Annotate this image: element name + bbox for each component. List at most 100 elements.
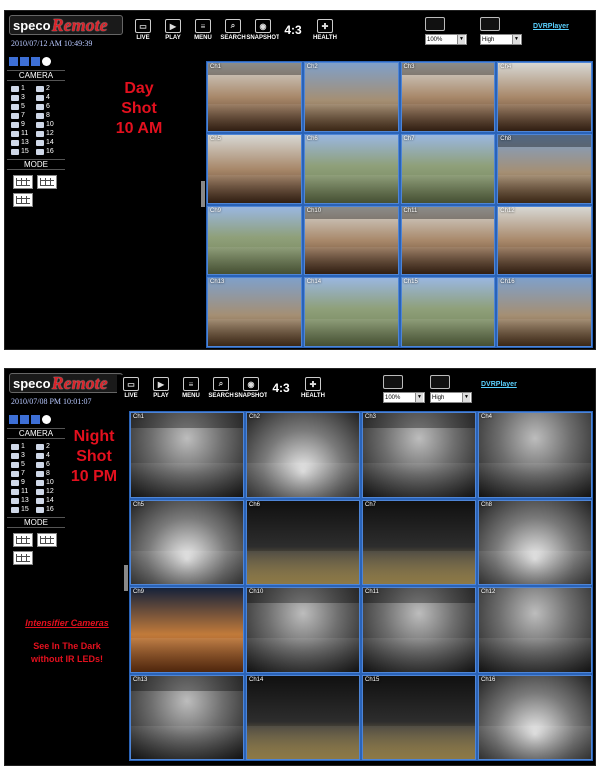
camera-item[interactable]: 16 xyxy=(36,506,61,513)
camera-item[interactable]: 8 xyxy=(36,470,61,477)
zoom-select[interactable]: 100% ▼ xyxy=(425,34,467,45)
quality-select[interactable]: High ▼ xyxy=(430,392,472,403)
health-button[interactable]: ✚ HEALTH xyxy=(297,375,329,405)
camera-item[interactable]: 5 xyxy=(11,461,36,468)
camera-tile[interactable]: Ch3 xyxy=(362,412,476,498)
view-icon[interactable] xyxy=(31,57,40,66)
camera-item[interactable]: 11 xyxy=(11,488,36,495)
camera-tile[interactable]: Ch5 xyxy=(130,499,244,585)
live-button[interactable]: ▭ LIVE xyxy=(129,17,157,47)
camera-item[interactable]: 6 xyxy=(36,103,61,110)
mode-3x3-button[interactable] xyxy=(37,533,57,547)
mode-4x4-button[interactable] xyxy=(13,551,33,565)
mode-4x4-button[interactable] xyxy=(13,193,33,207)
panel-collapse-handle[interactable] xyxy=(124,565,128,591)
camera-tile[interactable]: Ch1 xyxy=(207,62,302,132)
snapshot-button[interactable]: ◉ SNAPSHOT xyxy=(234,375,268,405)
camera-item[interactable]: 16 xyxy=(36,148,61,155)
camera-item[interactable]: 15 xyxy=(11,148,36,155)
camera-tile[interactable]: Ch16 xyxy=(497,277,592,347)
view-icon[interactable] xyxy=(20,415,29,424)
camera-tile[interactable]: Ch6 xyxy=(246,499,360,585)
camera-item[interactable]: 11 xyxy=(11,130,36,137)
panel-collapse-handle[interactable] xyxy=(201,181,205,207)
camera-item[interactable]: 13 xyxy=(11,139,36,146)
camera-tile[interactable]: Ch7 xyxy=(362,499,476,585)
camera-item[interactable]: 1 xyxy=(11,443,36,450)
camera-item[interactable]: 6 xyxy=(36,461,61,468)
camera-item[interactable]: 2 xyxy=(36,443,61,450)
camera-tile[interactable]: Ch9 xyxy=(207,205,302,276)
camera-item[interactable]: 5 xyxy=(11,103,36,110)
camera-tile[interactable]: Ch3 xyxy=(400,62,496,132)
camera-tile[interactable]: Ch4 xyxy=(478,412,592,498)
camera-item[interactable]: 7 xyxy=(11,470,36,477)
dvrplayer-link[interactable]: DVRPlayer xyxy=(481,381,517,388)
camera-tile[interactable]: Ch9 xyxy=(130,587,244,673)
dvrplayer-link[interactable]: DVRPlayer xyxy=(533,23,569,30)
camera-tile[interactable]: Ch15 xyxy=(362,674,476,760)
health-button[interactable]: ✚ HEALTH xyxy=(309,17,341,47)
view-icon[interactable] xyxy=(31,415,40,424)
live-button[interactable]: ▭ LIVE xyxy=(117,375,145,405)
play-button[interactable]: ▶ PLAY xyxy=(147,375,175,405)
camera-item[interactable]: 14 xyxy=(36,139,61,146)
camera-tile[interactable]: Ch11 xyxy=(400,205,496,276)
mode-3x3-button[interactable] xyxy=(37,175,57,189)
camera-tile[interactable]: Ch10 xyxy=(303,205,399,276)
mode-2x2-button[interactable] xyxy=(13,533,33,547)
camera-item[interactable]: 3 xyxy=(11,452,36,459)
camera-item[interactable]: 2 xyxy=(36,85,61,92)
camera-item[interactable]: 4 xyxy=(36,94,61,101)
camera-item[interactable]: 15 xyxy=(11,506,36,513)
view-icon[interactable] xyxy=(9,415,18,424)
search-button[interactable]: ⌕ SEARCH xyxy=(219,17,247,47)
camera-tile[interactable]: Ch11 xyxy=(362,587,476,673)
record-icon[interactable] xyxy=(42,57,51,66)
camera-item[interactable]: 9 xyxy=(11,121,36,128)
camera-tile[interactable]: Ch16 xyxy=(478,674,592,760)
view-icon[interactable] xyxy=(9,57,18,66)
camera-item[interactable]: 14 xyxy=(36,497,61,504)
camera-tile[interactable]: Ch14 xyxy=(303,277,399,347)
play-button[interactable]: ▶ PLAY xyxy=(159,17,187,47)
camera-item[interactable]: 12 xyxy=(36,130,61,137)
camera-tile[interactable]: Ch2 xyxy=(246,412,360,498)
aspect-ratio-button[interactable]: 4:3 xyxy=(279,17,307,47)
camera-tile[interactable]: Ch12 xyxy=(478,587,592,673)
quality-select[interactable]: High ▼ xyxy=(480,34,522,45)
camera-item[interactable]: 1 xyxy=(11,85,36,92)
snapshot-button[interactable]: ◉ SNAPSHOT xyxy=(246,17,280,47)
camera-item[interactable]: 12 xyxy=(36,488,61,495)
menu-button[interactable]: ≡ MENU xyxy=(189,17,217,47)
camera-tile[interactable]: Ch4 xyxy=(497,62,592,132)
mode-2x2-button[interactable] xyxy=(13,175,33,189)
camera-tile[interactable]: Ch8 xyxy=(497,133,592,204)
camera-item[interactable]: 7 xyxy=(11,112,36,119)
camera-tile[interactable]: Ch13 xyxy=(130,674,244,760)
zoom-select[interactable]: 100% ▼ xyxy=(383,392,425,403)
camera-tile[interactable]: Ch7 xyxy=(400,133,496,204)
camera-tile[interactable]: Ch6 xyxy=(303,133,399,204)
record-icon[interactable] xyxy=(42,415,51,424)
camera-item[interactable]: 13 xyxy=(11,497,36,504)
aspect-ratio-button[interactable]: 4:3 xyxy=(267,375,295,405)
camera-tile[interactable]: Ch1 xyxy=(130,412,244,498)
camera-tile[interactable]: Ch15 xyxy=(400,277,496,347)
camera-item[interactable]: 3 xyxy=(11,94,36,101)
camera-item[interactable]: 8 xyxy=(36,112,61,119)
camera-tile[interactable]: Ch12 xyxy=(497,205,592,276)
camera-tile[interactable]: Ch10 xyxy=(246,587,360,673)
search-button[interactable]: ⌕ SEARCH xyxy=(207,375,235,405)
camera-item[interactable]: 10 xyxy=(36,479,61,486)
camera-tile[interactable]: Ch8 xyxy=(478,499,592,585)
camera-tile[interactable]: Ch5 xyxy=(207,133,302,204)
camera-item[interactable]: 9 xyxy=(11,479,36,486)
camera-tile[interactable]: Ch13 xyxy=(207,277,302,347)
camera-tile[interactable]: Ch2 xyxy=(303,62,399,132)
menu-button[interactable]: ≡ MENU xyxy=(177,375,205,405)
camera-item[interactable]: 4 xyxy=(36,452,61,459)
camera-item[interactable]: 10 xyxy=(36,121,61,128)
camera-tile[interactable]: Ch14 xyxy=(246,674,360,760)
view-icon[interactable] xyxy=(20,57,29,66)
